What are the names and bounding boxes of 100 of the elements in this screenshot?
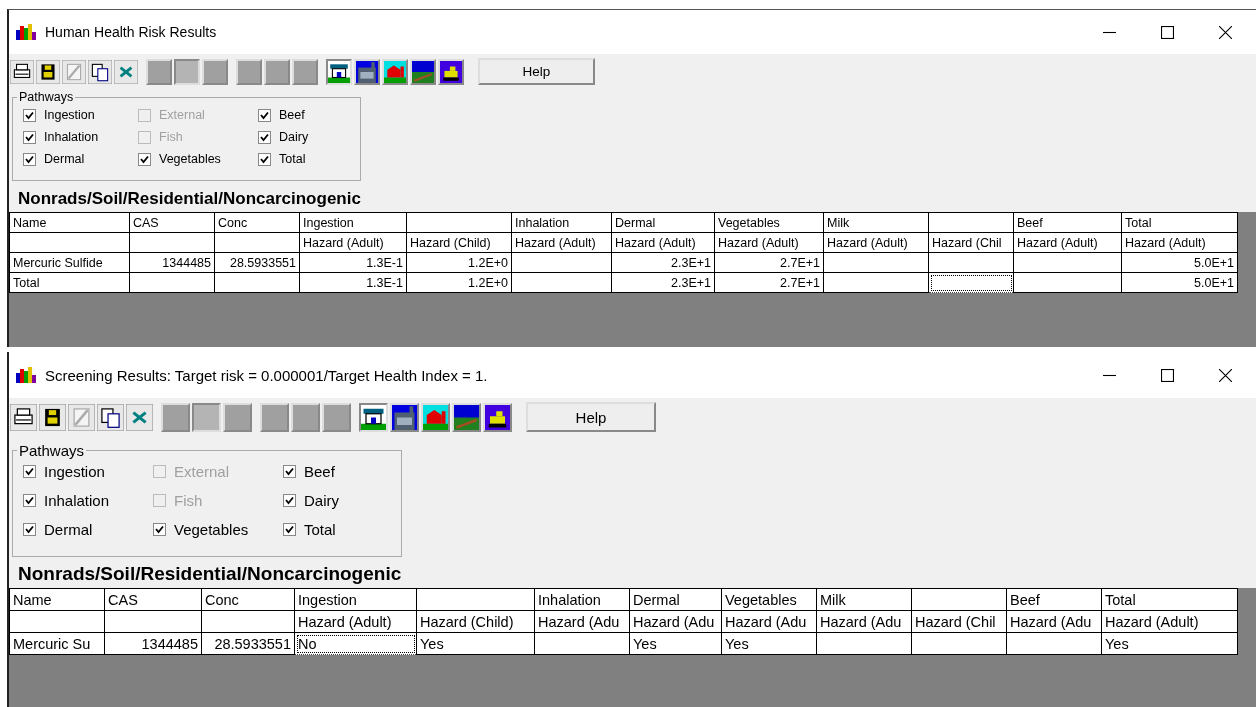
- window-title: Screening Results: Target risk = 0.000001/Target Health Index = 1.: [45, 366, 488, 384]
- checkbox-label: Dermal: [44, 521, 93, 538]
- table-cell: Total: [9, 272, 130, 293]
- column-subheader: Hazard (Adult): [1017, 235, 1098, 250]
- view-toggle[interactable]: [174, 58, 200, 85]
- column-header: Ingestion: [303, 215, 354, 230]
- checkbox-label: Vegetables: [159, 152, 221, 166]
- checkbox-label: Dairy: [304, 492, 339, 509]
- table-cell: Yes: [721, 632, 817, 655]
- column-header: Vegetables: [718, 215, 780, 230]
- checkbox[interactable]: [258, 152, 271, 166]
- checkbox[interactable]: [283, 523, 296, 536]
- checkbox[interactable]: [153, 523, 166, 536]
- table-cell: 5.0E+1: [1121, 272, 1238, 293]
- bulldozer-button[interactable]: [483, 402, 512, 432]
- checkbox-label: Total: [279, 152, 306, 166]
- column-subheader: Hazard (Adu: [633, 613, 715, 630]
- factory-button[interactable]: [390, 402, 419, 432]
- printer-icon[interactable]: [10, 403, 37, 431]
- table-cell: 5.0E+1: [1121, 252, 1238, 273]
- checkbox[interactable]: [23, 108, 36, 122]
- barn-button[interactable]: [382, 58, 408, 85]
- close-icon[interactable]: [1219, 25, 1232, 39]
- column-subheader: Hazard (Adult): [827, 235, 908, 250]
- column-subheader: Hazard (Adult): [615, 235, 696, 250]
- bulldozer-button[interactable]: [438, 58, 464, 85]
- copy-icon[interactable]: [97, 403, 124, 431]
- column-header: Conc: [218, 215, 248, 230]
- table-cell: 28.5933551: [214, 252, 300, 273]
- checkbox[interactable]: [23, 494, 36, 507]
- table-cell: 1.2E+0: [406, 272, 512, 293]
- copy-icon[interactable]: [88, 59, 112, 84]
- checkbox[interactable]: [283, 494, 296, 507]
- checkbox[interactable]: [138, 152, 151, 166]
- column-header: Name: [13, 215, 47, 230]
- view-toggle[interactable]: [146, 58, 172, 85]
- checkbox[interactable]: [23, 152, 36, 166]
- column-subheader: Hazard (Adult): [515, 235, 596, 250]
- column-header: Beef: [1017, 215, 1043, 230]
- column-subheader: Hazard (Chil: [915, 613, 996, 630]
- column-subheader: Hazard (Adult): [1105, 613, 1199, 630]
- view-toggle[interactable]: [236, 58, 262, 85]
- checkbox-label: Vegetables: [174, 521, 249, 538]
- view-toggle[interactable]: [260, 402, 289, 432]
- field-button[interactable]: [452, 402, 481, 432]
- checkbox[interactable]: [23, 523, 36, 536]
- column-subheader: Hazard (Child): [420, 613, 514, 630]
- column-subheader: Hazard (Adu: [820, 613, 902, 630]
- table-cell: Mercuric Su: [9, 632, 105, 655]
- checkbox-label: Beef: [279, 108, 305, 122]
- column-subheader: Hazard (Adu: [1010, 613, 1092, 630]
- maximize-icon[interactable]: [1161, 368, 1174, 382]
- view-toggle[interactable]: [192, 402, 221, 432]
- barn-button[interactable]: [421, 402, 450, 432]
- checkbox[interactable]: [258, 130, 271, 144]
- checkbox[interactable]: [23, 465, 36, 478]
- column-header: Beef: [1010, 591, 1040, 608]
- checkbox-label: Ingestion: [44, 108, 95, 122]
- checkbox-label: Inhalation: [44, 492, 110, 509]
- house-button[interactable]: [359, 402, 388, 432]
- view-toggle[interactable]: [161, 402, 190, 432]
- close-icon[interactable]: [1219, 368, 1232, 382]
- table-cell: 2.7E+1: [714, 252, 824, 273]
- view-toggle[interactable]: [292, 58, 318, 85]
- column-header: Total: [1125, 215, 1152, 230]
- house-button[interactable]: [326, 58, 352, 85]
- x-icon[interactable]: [114, 59, 138, 84]
- view-toggle[interactable]: [291, 402, 320, 432]
- checkbox[interactable]: [23, 130, 36, 144]
- checkbox-label: Fish: [159, 130, 183, 144]
- column-header: Vegetables: [725, 591, 797, 608]
- table-cell: Yes: [416, 632, 535, 655]
- help-button[interactable]: Help: [526, 402, 656, 432]
- view-toggle[interactable]: [322, 402, 351, 432]
- view-toggle[interactable]: [223, 402, 252, 432]
- checkbox[interactable]: [283, 465, 296, 478]
- column-header: Name: [13, 591, 52, 608]
- column-header: Ingestion: [298, 591, 357, 608]
- help-button[interactable]: Help: [478, 58, 595, 85]
- view-toggle[interactable]: [202, 58, 228, 85]
- maximize-icon[interactable]: [1161, 25, 1174, 39]
- section-heading: Nonrads/Soil/Residential/Noncarcinogenic: [18, 189, 362, 209]
- factory-button[interactable]: [354, 58, 380, 85]
- column-header: Milk: [827, 215, 850, 230]
- group-title: Pathways: [18, 442, 86, 459]
- table-cell: Yes: [1101, 632, 1238, 655]
- printer-icon[interactable]: [10, 59, 34, 84]
- table-cell: 2.3E+1: [611, 252, 715, 273]
- checkbox-label: Dairy: [279, 130, 309, 144]
- table-cell: 28.5933551: [201, 632, 295, 655]
- column-subheader: Hazard (Adult): [298, 613, 392, 630]
- column-subheader: Hazard (Adu: [725, 613, 807, 630]
- table-cell: 2.3E+1: [611, 272, 715, 293]
- checkbox[interactable]: [258, 108, 271, 122]
- x-icon[interactable]: [126, 403, 153, 431]
- table-cell: 1.2E+0: [406, 252, 512, 273]
- window-title: Human Health Risk Results: [45, 24, 217, 40]
- view-toggle[interactable]: [264, 58, 290, 85]
- checkbox-label: Ingestion: [44, 463, 105, 480]
- field-button[interactable]: [410, 58, 436, 85]
